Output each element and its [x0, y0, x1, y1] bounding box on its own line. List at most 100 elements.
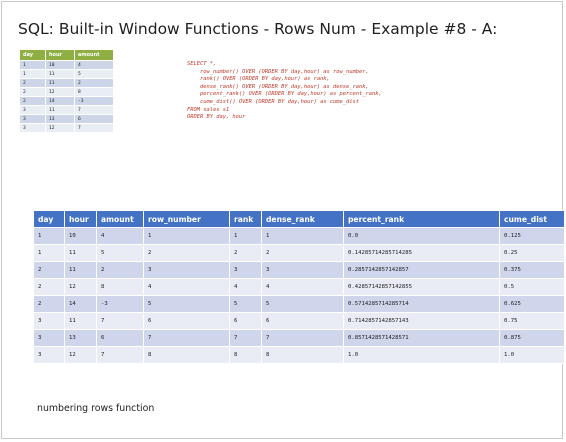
result-cell: 4	[229, 278, 262, 296]
result-cell: 0.5	[499, 278, 565, 296]
result-cell: 11	[64, 261, 97, 279]
result-table-row: 2 14 -3 5 5 5 0.5714285714285714 0.625	[33, 295, 565, 313]
result-cell: 4	[143, 278, 230, 296]
result-cell: 5	[143, 295, 230, 313]
result-cell: 3	[261, 261, 344, 279]
result-header-amount: amount	[96, 210, 144, 228]
result-cell: 0.2857142857142857	[343, 261, 500, 279]
result-cell: 1	[261, 227, 344, 245]
result-cell: 8	[143, 346, 230, 364]
slide: SQL: Built-in Window Functions - Rows Nu…	[1, 1, 565, 439]
source-data-table: day hour amount 1 10 4 1 11 5 2 11 2 2 12 8 2 14 -3 3 11…	[19, 49, 114, 133]
sql-line: row_number() OVER (ORDER BY day,hour) as…	[187, 68, 369, 75]
source-table-row: 2 12 8	[19, 87, 114, 97]
source-table-row: 3 11 7	[19, 105, 114, 115]
result-cell: 2	[96, 261, 144, 279]
result-cell: 1	[143, 227, 230, 245]
result-cell: 5	[229, 295, 262, 313]
source-cell: 11	[45, 69, 75, 79]
result-cell: -3	[96, 295, 144, 313]
source-table-row: 2 14 -3	[19, 96, 114, 106]
result-cell: 0.125	[499, 227, 565, 245]
source-cell: 12	[45, 87, 75, 97]
result-cell: 5	[261, 295, 344, 313]
result-cell: 2	[33, 278, 65, 296]
source-cell: 13	[45, 114, 75, 124]
sql-code-block: SELECT *, row_number() OVER (ORDER BY da…	[187, 61, 382, 122]
source-cell: 7	[74, 123, 114, 133]
result-cell: 0.25	[499, 244, 565, 262]
result-cell: 0.14285714285714285	[343, 244, 500, 262]
result-cell: 12	[64, 278, 97, 296]
source-cell: 1	[19, 60, 46, 70]
result-cell: 14	[64, 295, 97, 313]
source-cell: 2	[19, 87, 46, 97]
result-cell: 8	[229, 346, 262, 364]
source-cell: 2	[74, 78, 114, 88]
result-cell: 0.8571428571428571	[343, 329, 500, 347]
result-cell: 1.0	[343, 346, 500, 364]
result-cell: 8	[96, 278, 144, 296]
source-table-body: 1 10 4 1 11 5 2 11 2 2 12 8 2 14 -3 3 11 7 3 13 6 3 12 7	[19, 60, 114, 133]
result-cell: 6	[96, 329, 144, 347]
result-cell: 3	[143, 261, 230, 279]
result-cell: 11	[64, 312, 97, 330]
result-cell: 0.375	[499, 261, 565, 279]
result-header-cume-dist: cume_dist	[499, 210, 565, 228]
result-table-row: 3 12 7 8 8 8 1.0 1.0	[33, 346, 565, 364]
result-table: day hour amount row_number rank dense_ra…	[33, 210, 565, 364]
result-cell: 7	[96, 346, 144, 364]
result-cell: 2	[33, 295, 65, 313]
result-cell: 7	[261, 329, 344, 347]
source-table-header-row: day hour amount	[19, 49, 114, 61]
result-cell: 7	[96, 312, 144, 330]
result-cell: 6	[261, 312, 344, 330]
source-cell: 11	[45, 78, 75, 88]
result-cell: 4	[261, 278, 344, 296]
result-table-row: 1 11 5 2 2 2 0.14285714285714285 0.25	[33, 244, 565, 262]
result-cell: 2	[143, 244, 230, 262]
source-cell: 1	[19, 69, 46, 79]
sql-line: SELECT *,	[187, 61, 217, 67]
sql-line: rank() OVER (ORDER BY day,hour) as rank,	[187, 76, 330, 83]
result-cell: 5	[96, 244, 144, 262]
result-cell: 6	[143, 312, 230, 330]
result-cell: 1	[33, 227, 65, 245]
source-header-hour: hour	[45, 49, 75, 61]
result-header-dense-rank: dense_rank	[261, 210, 344, 228]
source-cell: 2	[19, 78, 46, 88]
source-cell: 12	[45, 123, 75, 133]
result-cell: 7	[229, 329, 262, 347]
result-cell: 12	[64, 346, 97, 364]
result-cell: 1	[33, 244, 65, 262]
source-cell: 4	[74, 60, 114, 70]
result-table-row: 1 10 4 1 1 1 0.0 0.125	[33, 227, 565, 245]
result-header-row-number: row_number	[143, 210, 230, 228]
source-header-day: day	[19, 49, 46, 61]
result-cell: 2	[261, 244, 344, 262]
source-cell: 7	[74, 105, 114, 115]
result-table-row: 2 12 8 4 4 4 0.42857142857142855 0.5	[33, 278, 565, 296]
result-cell: 1	[229, 227, 262, 245]
sql-line: ORDER BY day, hour	[187, 114, 246, 121]
source-cell: 3	[19, 105, 46, 115]
source-cell: 5	[74, 69, 114, 79]
result-cell: 3	[229, 261, 262, 279]
source-cell: 6	[74, 114, 114, 124]
result-cell: 13	[64, 329, 97, 347]
slide-caption: numbering rows function	[37, 403, 155, 414]
sql-line: cume_dist() OVER (ORDER BY day,hour) as …	[187, 98, 360, 105]
source-table-row: 2 11 2	[19, 78, 114, 88]
result-table-row: 3 11 7 6 6 6 0.7142857142857143 0.75	[33, 312, 565, 330]
result-cell: 0.0	[343, 227, 500, 245]
source-table-row: 3 12 7	[19, 123, 114, 133]
result-cell: 8	[261, 346, 344, 364]
result-cell: 0.875	[499, 329, 565, 347]
source-cell: 10	[45, 60, 75, 70]
source-header-amount: amount	[74, 49, 114, 61]
sql-line: dense_rank() OVER (ORDER BY day,hour) as…	[187, 83, 369, 90]
result-header-hour: hour	[64, 210, 97, 228]
source-cell: 8	[74, 87, 114, 97]
result-cell: 11	[64, 244, 97, 262]
slide-title: SQL: Built-in Window Functions - Rows Nu…	[18, 20, 498, 38]
